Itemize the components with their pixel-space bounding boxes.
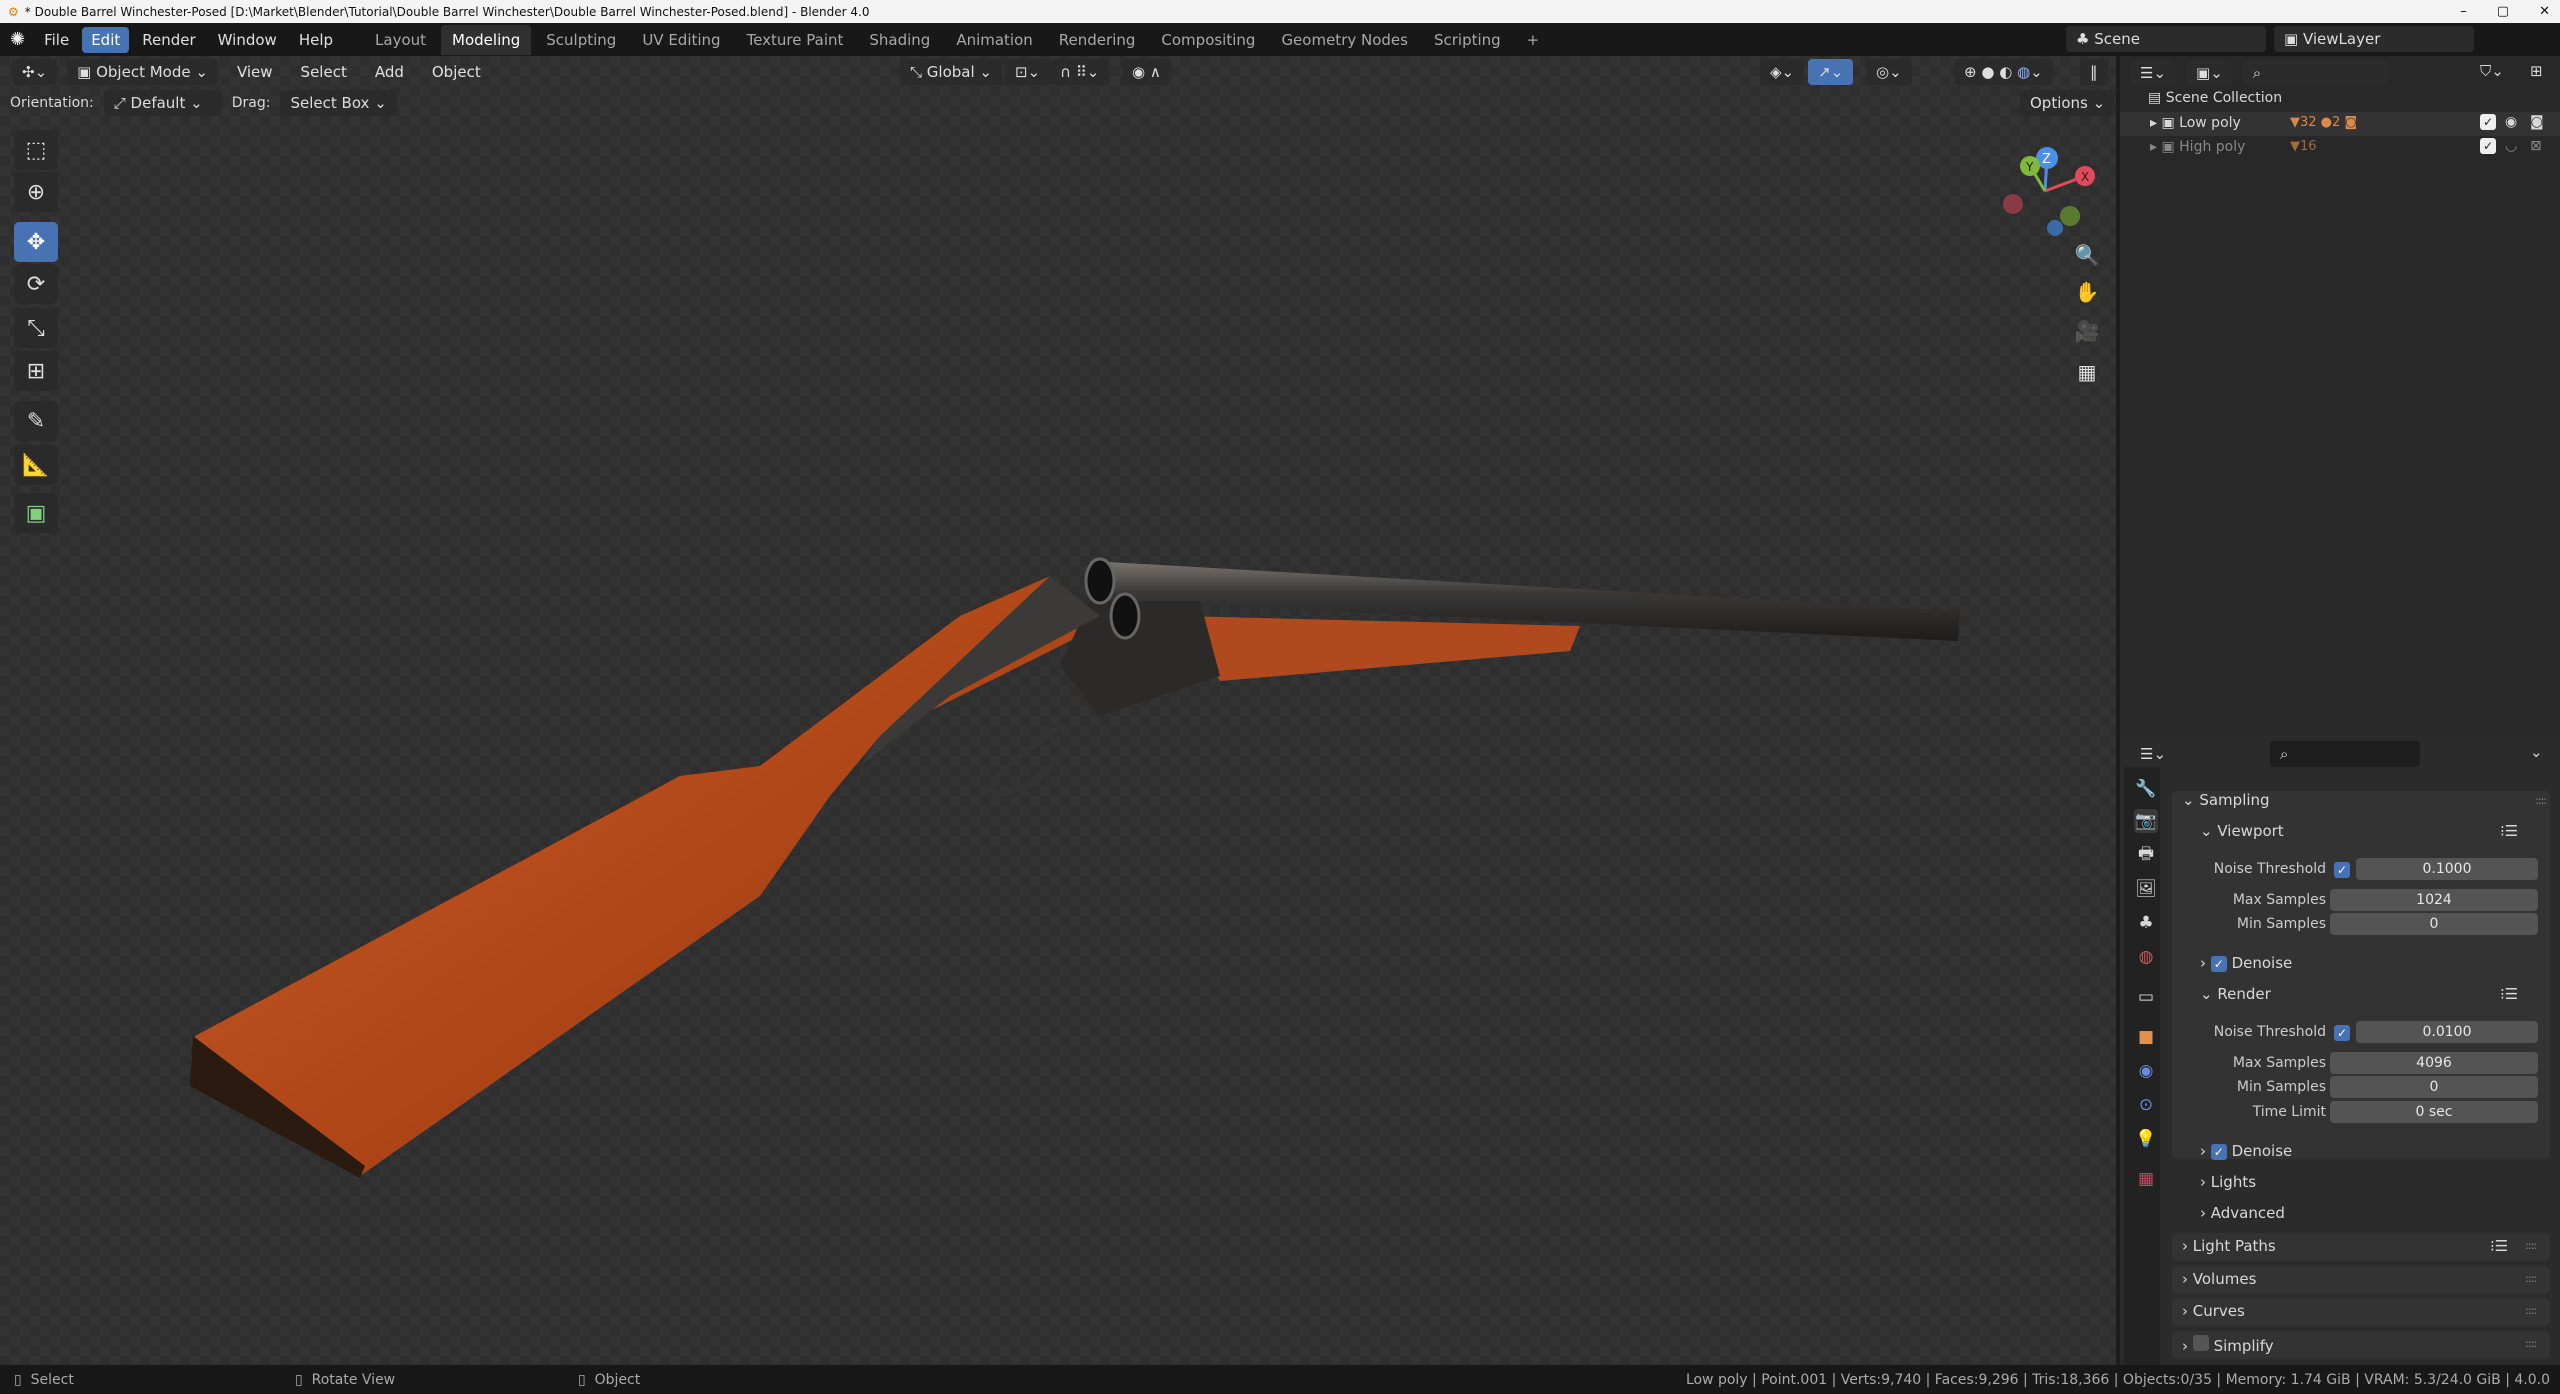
- noise-threshold-checkbox[interactable]: ✓: [2334, 860, 2350, 878]
- new-collection-icon[interactable]: ⊞: [2530, 62, 2543, 80]
- viewport-noise-threshold-field[interactable]: 0.1000: [2356, 858, 2538, 880]
- shotgun-model: [190, 557, 1960, 1178]
- tab-compositing[interactable]: Compositing: [1150, 25, 1266, 55]
- tab-texture-paint[interactable]: Texture Paint: [736, 25, 855, 55]
- render-max-samples-field[interactable]: 4096: [2330, 1052, 2538, 1074]
- tab-modeling[interactable]: Modeling: [441, 24, 532, 55]
- lights-subpanel[interactable]: › Lights: [2120, 1168, 2560, 1196]
- render-denoise-row[interactable]: › ✓ Denoise: [2120, 1137, 2560, 1165]
- viewport-subpanel-header[interactable]: ⌄ Viewport ⁝☰: [2120, 817, 2560, 845]
- panel-options-icon[interactable]: ⌄: [2530, 743, 2543, 761]
- gun-forend: [1180, 616, 1580, 681]
- mouse-left-icon: ▯: [14, 1371, 22, 1388]
- tab-sculpting[interactable]: Sculpting: [535, 25, 627, 55]
- outliner-row-high-poly[interactable]: ▸ ▣ High poly ▼16 ✓ ◡ ⊠: [2120, 136, 2560, 160]
- render-disabled-icon[interactable]: ⊠: [2530, 138, 2542, 154]
- view-layer-icon: ▣: [2284, 30, 2303, 48]
- add-workspace-button[interactable]: +: [1516, 25, 1551, 55]
- menu-edit[interactable]: Edit: [82, 26, 130, 53]
- 3d-viewport[interactable]: ✣⌄ ▣ Object Mode ⌄ View Select Add Objec…: [0, 56, 2116, 1365]
- render-camera-icon[interactable]: ◙: [2530, 114, 2544, 130]
- window-title: * Double Barrel Winchester-Posed [D:\Mar…: [24, 4, 870, 19]
- volumes-panel[interactable]: › Volumes::::: [2172, 1266, 2550, 1294]
- status-select-hint: ▯ Select: [14, 1371, 74, 1388]
- menu-window[interactable]: Window: [209, 27, 286, 53]
- blender-menu-icon[interactable]: ✺: [10, 29, 25, 50]
- view-layer-selector[interactable]: ▣ ViewLayer: [2274, 26, 2474, 52]
- tab-geometry-nodes[interactable]: Geometry Nodes: [1270, 25, 1419, 55]
- denoise-checkbox[interactable]: ✓: [2210, 956, 2227, 972]
- scene-statistics: Low poly | Point.001 | Verts:9,740 | Fac…: [1685, 1371, 2550, 1388]
- presets-icon[interactable]: ⁝☰: [2500, 985, 2518, 1003]
- outliner-display-mode-icon[interactable]: ☰⌄: [2130, 60, 2177, 86]
- status-object-hint: ▯ Object: [578, 1371, 641, 1388]
- status-rotate-hint: ▯ Rotate View: [295, 1371, 396, 1388]
- viewport-max-samples-field[interactable]: 1024: [2330, 889, 2538, 911]
- render-min-samples-field[interactable]: 0: [2330, 1076, 2538, 1098]
- viewport-min-samples-label: Min Samples: [2236, 916, 2326, 932]
- tab-rendering[interactable]: Rendering: [1048, 25, 1147, 55]
- render-noise-threshold-field[interactable]: 0.0100: [2356, 1021, 2538, 1043]
- scene-selector[interactable]: ♣ Scene: [2066, 26, 2266, 52]
- presets-icon[interactable]: ⁝☰: [2500, 822, 2518, 840]
- menu-render[interactable]: Render: [133, 27, 204, 53]
- outliner-search-input[interactable]: ⌕: [2242, 60, 2388, 86]
- time-limit-label: Time Limit: [2252, 1104, 2326, 1120]
- curves-panel[interactable]: › Curves::::: [2172, 1298, 2550, 1326]
- outliner: ☰⌄ ▣⌄ ⌕ ⛉⌄ ⊞ ▤ Scene Collection ▸ ▣ Low …: [2120, 56, 2560, 735]
- viewport-noise-threshold-label: Noise Threshold: [2213, 861, 2326, 877]
- filter-icon[interactable]: ⛉⌄: [2480, 62, 2504, 80]
- mouse-right-icon: ▯: [578, 1371, 586, 1388]
- blender-logo-icon: ⚙: [8, 4, 19, 19]
- top-bar: ✺ File Edit Render Window Help Layout Mo…: [0, 23, 2560, 56]
- menu-help[interactable]: Help: [290, 27, 342, 53]
- exclude-checkbox[interactable]: ✓: [2480, 138, 2496, 154]
- viewport-denoise-row[interactable]: › ✓ Denoise: [2120, 949, 2560, 977]
- outliner-row-low-poly[interactable]: ▸ ▣ Low poly ▼32 ●2 ◙ ✓ ◉ ◙: [2120, 112, 2560, 136]
- scene-collection-row[interactable]: ▤ Scene Collection: [2148, 90, 2282, 106]
- search-icon: ⌕: [2280, 745, 2289, 763]
- noise-threshold-checkbox[interactable]: ✓: [2334, 1023, 2350, 1041]
- tab-uv-editing[interactable]: UV Editing: [631, 25, 731, 55]
- advanced-subpanel[interactable]: › Advanced: [2120, 1199, 2560, 1227]
- tab-layout[interactable]: Layout: [364, 25, 437, 55]
- denoise-checkbox[interactable]: ✓: [2210, 1144, 2227, 1160]
- viewport-min-samples-field[interactable]: 0: [2330, 913, 2538, 935]
- eye-icon[interactable]: ◉: [2505, 114, 2517, 130]
- tab-animation[interactable]: Animation: [945, 25, 1043, 55]
- sampling-header[interactable]: ⌄ Sampling::::: [2120, 786, 2560, 814]
- eye-hidden-icon[interactable]: ◡: [2505, 138, 2517, 154]
- render-subpanel-header[interactable]: ⌄ Render ⁝☰: [2120, 980, 2560, 1008]
- time-limit-field[interactable]: 0 sec: [2330, 1101, 2538, 1123]
- mesh-icon: ▼16: [2290, 139, 2317, 154]
- render-min-samples-label: Min Samples: [2236, 1079, 2326, 1095]
- tab-scripting[interactable]: Scripting: [1423, 25, 1512, 55]
- minimize-button[interactable]: –: [2460, 0, 2467, 23]
- title-bar: ⚙ * Double Barrel Winchester-Posed [D:\M…: [0, 0, 2560, 23]
- simplify-panel[interactable]: › Simplify::::: [2172, 1331, 2550, 1359]
- simplify-checkbox[interactable]: [2192, 1335, 2209, 1351]
- search-icon: ⌕: [2252, 64, 2262, 82]
- viewport-max-samples-label: Max Samples: [2232, 892, 2326, 908]
- render-max-samples-label: Max Samples: [2232, 1055, 2326, 1071]
- close-button[interactable]: ✕: [2539, 0, 2550, 23]
- status-bar: ▯ Select ▯ Rotate View ▯ Object Low poly…: [0, 1365, 2560, 1394]
- presets-icon[interactable]: ⁝☰: [2490, 1237, 2508, 1255]
- exclude-checkbox[interactable]: ✓: [2480, 114, 2496, 130]
- mouse-middle-icon: ▯: [295, 1371, 303, 1388]
- maximize-button[interactable]: ▢: [2497, 0, 2509, 23]
- properties-editor: ☰⌄ ⌕ ⌄ 🔧 📷 🖶 🖼 ♣ ◍ ▭ ■ ◉ ⊙ 💡 ▦ ⌄ Samplin…: [2120, 735, 2560, 1365]
- properties-search-input[interactable]: ⌕: [2270, 741, 2420, 767]
- mesh-lamp-camera-icons: ▼32 ●2 ◙: [2290, 115, 2358, 130]
- gun-stock: [195, 576, 1080, 1176]
- properties-editor-type-icon[interactable]: ☰⌄: [2130, 741, 2177, 767]
- scene-icon: ♣: [2076, 30, 2095, 48]
- trigger-guard: [986, 723, 1063, 796]
- light-paths-panel[interactable]: › Light Paths ⁝☰::::: [2172, 1233, 2550, 1261]
- outliner-filter-view-icon[interactable]: ▣⌄: [2186, 60, 2233, 86]
- tab-shading[interactable]: Shading: [858, 25, 941, 55]
- render-noise-threshold-label: Noise Threshold: [2213, 1024, 2326, 1040]
- menu-file[interactable]: File: [35, 27, 78, 53]
